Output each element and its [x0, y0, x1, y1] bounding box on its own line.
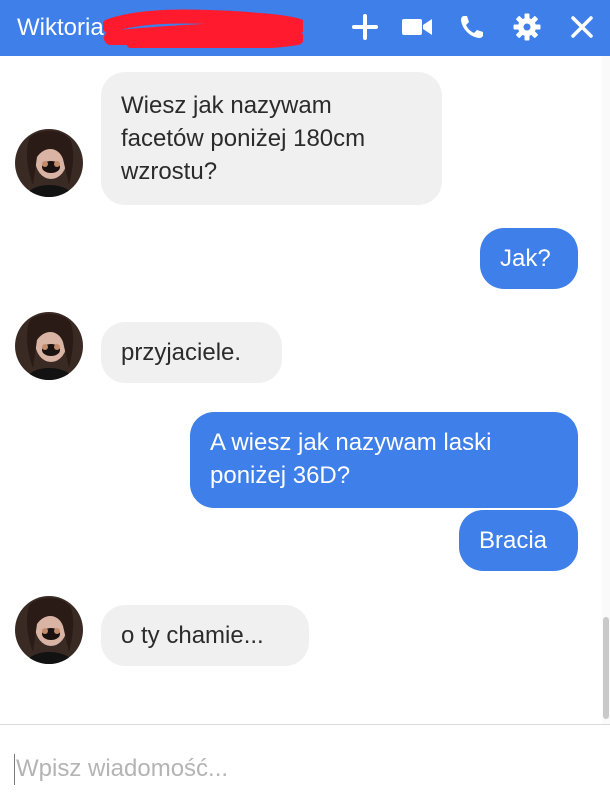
scrollbar-thumb[interactable] — [603, 617, 609, 719]
contact-name[interactable]: Wiktoria — [17, 14, 104, 42]
text-caret — [14, 754, 15, 785]
name-redaction-scribble — [103, 9, 303, 48]
message-bubble-incoming[interactable]: o ty chamie... — [101, 605, 309, 666]
plus-icon[interactable] — [348, 10, 382, 44]
contact-avatar[interactable] — [15, 129, 83, 197]
phone-icon[interactable] — [455, 10, 489, 44]
video-camera-icon[interactable] — [400, 10, 434, 44]
message-composer — [0, 724, 610, 798]
close-icon[interactable] — [565, 10, 599, 44]
contact-avatar[interactable] — [15, 312, 83, 380]
message-bubble-incoming[interactable]: Wiesz jak nazywam facetów poniżej 180cm … — [101, 72, 442, 205]
chat-header: Wiktoria — [0, 0, 610, 56]
message-bubble-outgoing[interactable]: A wiesz jak nazywam laski poniżej 36D? — [190, 412, 578, 508]
contact-avatar[interactable] — [15, 596, 83, 664]
message-bubble-incoming[interactable]: przyjaciele. — [101, 322, 282, 383]
message-bubble-outgoing[interactable]: Bracia — [459, 510, 578, 571]
message-bubble-outgoing[interactable]: Jak? — [480, 228, 578, 289]
message-input[interactable] — [16, 752, 586, 786]
gear-icon[interactable] — [510, 10, 544, 44]
